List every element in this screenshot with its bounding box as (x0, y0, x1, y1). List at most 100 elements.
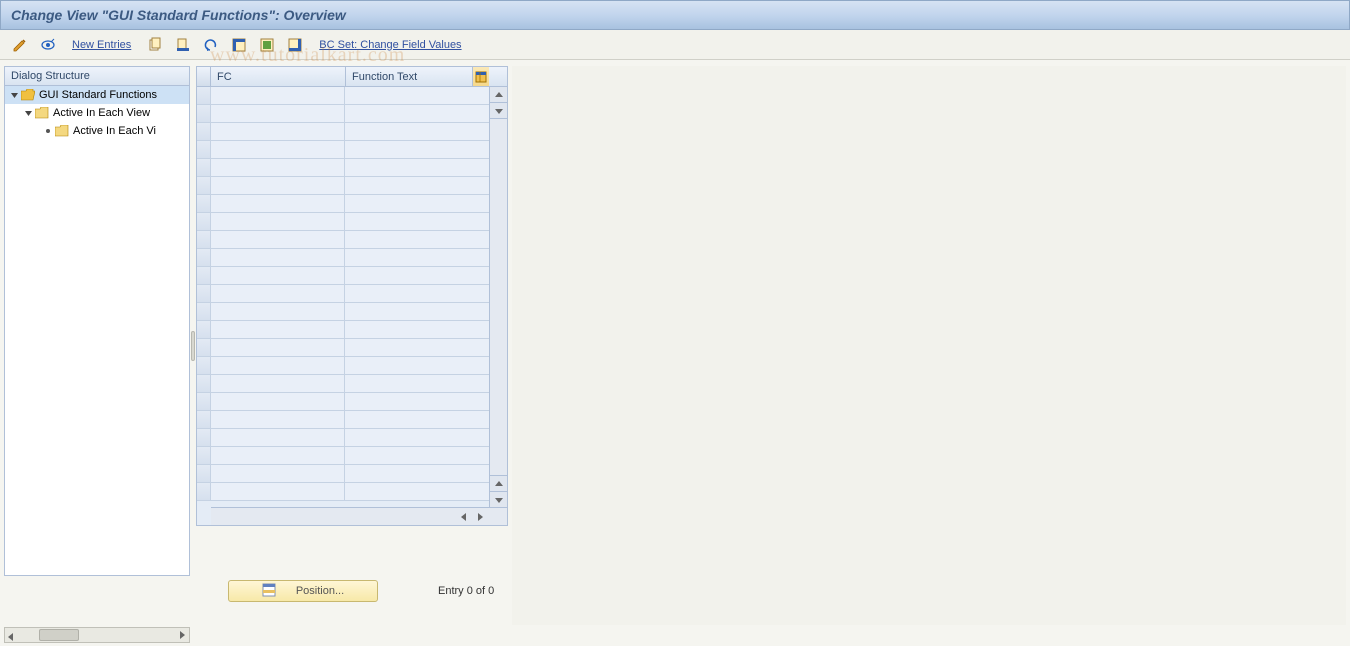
row-selector[interactable] (197, 303, 211, 321)
cell-fc[interactable] (211, 429, 345, 447)
table-row[interactable] (197, 285, 489, 303)
undo-button[interactable] (199, 34, 223, 56)
table-row[interactable] (197, 339, 489, 357)
cell-function-text[interactable] (345, 105, 489, 123)
row-selector[interactable] (197, 429, 211, 447)
collapse-icon[interactable] (9, 90, 19, 100)
row-selector[interactable] (197, 267, 211, 285)
copy-as-button[interactable] (143, 34, 167, 56)
row-selector[interactable] (197, 141, 211, 159)
row-selector[interactable] (197, 393, 211, 411)
scroll-down-button[interactable] (490, 491, 507, 507)
table-row[interactable] (197, 123, 489, 141)
new-entries-button[interactable]: New Entries (64, 39, 139, 51)
table-row[interactable] (197, 465, 489, 483)
cell-function-text[interactable] (345, 483, 489, 501)
cell-function-text[interactable] (345, 177, 489, 195)
toggle-display-change-button[interactable] (8, 34, 32, 56)
table-row[interactable] (197, 195, 489, 213)
row-selector[interactable] (197, 231, 211, 249)
row-selector[interactable] (197, 339, 211, 357)
scroll-down-button[interactable] (490, 103, 507, 119)
cell-function-text[interactable] (345, 375, 489, 393)
row-selector[interactable] (197, 465, 211, 483)
delete-button[interactable] (171, 34, 195, 56)
cell-function-text[interactable] (345, 321, 489, 339)
table-horizontal-scrollbar[interactable] (211, 507, 507, 525)
table-row[interactable] (197, 357, 489, 375)
cell-function-text[interactable] (345, 159, 489, 177)
table-row[interactable] (197, 231, 489, 249)
table-row[interactable] (197, 141, 489, 159)
cell-fc[interactable] (211, 213, 345, 231)
table-row[interactable] (197, 249, 489, 267)
cell-fc[interactable] (211, 465, 345, 483)
row-selector[interactable] (197, 447, 211, 465)
table-row[interactable] (197, 375, 489, 393)
cell-fc[interactable] (211, 483, 345, 501)
table-row[interactable] (197, 159, 489, 177)
scroll-right-icon[interactable] (175, 628, 189, 642)
bc-set-button[interactable]: BC Set: Change Field Values (311, 39, 469, 51)
cell-function-text[interactable] (345, 339, 489, 357)
collapse-icon[interactable] (23, 108, 33, 118)
cell-fc[interactable] (211, 411, 345, 429)
scroll-up-button[interactable] (490, 87, 507, 103)
table-row[interactable] (197, 177, 489, 195)
other-view-button[interactable] (36, 34, 60, 56)
scroll-left-icon[interactable] (7, 628, 21, 642)
cell-function-text[interactable] (345, 429, 489, 447)
cell-function-text[interactable] (345, 447, 489, 465)
row-selector[interactable] (197, 123, 211, 141)
scroll-left-button[interactable] (457, 510, 471, 524)
table-row[interactable] (197, 411, 489, 429)
tree-node-active-in-each-view[interactable]: Active In Each View (5, 104, 189, 122)
cell-function-text[interactable] (345, 87, 489, 105)
cell-fc[interactable] (211, 195, 345, 213)
table-settings-button[interactable] (473, 67, 489, 86)
cell-function-text[interactable] (345, 411, 489, 429)
cell-function-text[interactable] (345, 393, 489, 411)
cell-fc[interactable] (211, 231, 345, 249)
row-selector[interactable] (197, 483, 211, 501)
cell-fc[interactable] (211, 105, 345, 123)
cell-fc[interactable] (211, 285, 345, 303)
table-row[interactable] (197, 447, 489, 465)
cell-fc[interactable] (211, 141, 345, 159)
column-header-function-text[interactable]: Function Text (346, 67, 473, 86)
cell-function-text[interactable] (345, 123, 489, 141)
cell-function-text[interactable] (345, 357, 489, 375)
cell-fc[interactable] (211, 447, 345, 465)
row-selector[interactable] (197, 249, 211, 267)
row-selector[interactable] (197, 213, 211, 231)
tree-horizontal-scrollbar[interactable] (4, 627, 190, 643)
row-selector[interactable] (197, 321, 211, 339)
row-selector[interactable] (197, 159, 211, 177)
cell-function-text[interactable] (345, 285, 489, 303)
table-row[interactable] (197, 429, 489, 447)
table-row[interactable] (197, 393, 489, 411)
cell-fc[interactable] (211, 339, 345, 357)
cell-fc[interactable] (211, 393, 345, 411)
select-all-button[interactable] (227, 34, 251, 56)
cell-fc[interactable] (211, 87, 345, 105)
table-row[interactable] (197, 303, 489, 321)
row-selector[interactable] (197, 357, 211, 375)
deselect-all-button[interactable] (283, 34, 307, 56)
row-selector[interactable] (197, 87, 211, 105)
scroll-right-button[interactable] (473, 510, 487, 524)
tree-node-gui-standard-functions[interactable]: GUI Standard Functions (5, 86, 189, 104)
cell-fc[interactable] (211, 249, 345, 267)
table-row[interactable] (197, 483, 489, 501)
cell-fc[interactable] (211, 123, 345, 141)
cell-fc[interactable] (211, 159, 345, 177)
cell-function-text[interactable] (345, 231, 489, 249)
row-selector[interactable] (197, 177, 211, 195)
cell-fc[interactable] (211, 321, 345, 339)
table-row[interactable] (197, 105, 489, 123)
column-header-fc[interactable]: FC (211, 67, 346, 86)
cell-function-text[interactable] (345, 249, 489, 267)
cell-function-text[interactable] (345, 195, 489, 213)
table-row[interactable] (197, 267, 489, 285)
scroll-up-button[interactable] (490, 475, 507, 491)
